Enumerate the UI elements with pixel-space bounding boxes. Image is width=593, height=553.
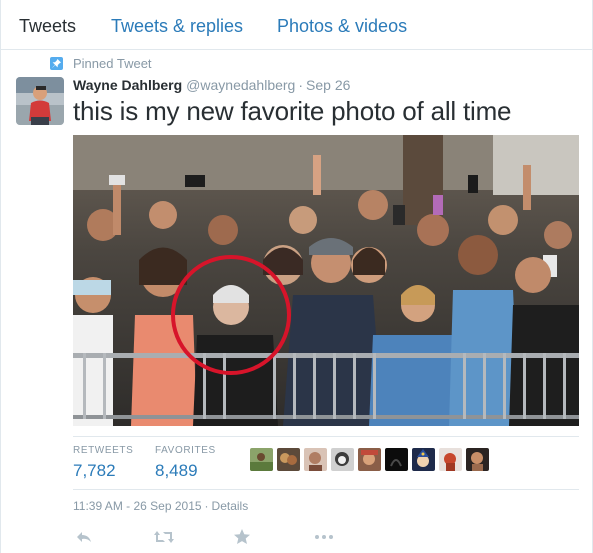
user-avatar-2[interactable] bbox=[277, 448, 300, 471]
pin-icon bbox=[50, 56, 63, 70]
user-avatar-3[interactable] bbox=[304, 448, 327, 471]
user-avatar-7[interactable] bbox=[412, 448, 435, 471]
user-screenname[interactable]: @waynedahlberg bbox=[186, 77, 295, 93]
reply-icon[interactable] bbox=[75, 528, 95, 548]
tab-tweets[interactable]: Tweets bbox=[19, 16, 76, 37]
favorite-icon[interactable] bbox=[233, 528, 253, 548]
user-fullname[interactable]: Wayne Dahlberg bbox=[73, 77, 182, 93]
user-avatar-4[interactable] bbox=[331, 448, 354, 471]
retweets-label: RETWEETS bbox=[73, 445, 134, 456]
favorites-label: FAVORITES bbox=[155, 445, 216, 456]
tweet-timestamp: 11:39 AM - 26 Sep 2015 · Details bbox=[73, 499, 248, 513]
favoriters-avatars bbox=[250, 448, 489, 471]
header-separator: · bbox=[298, 77, 304, 93]
tweet-photo[interactable] bbox=[73, 135, 579, 426]
tweet-text: this is my new favorite photo of all tim… bbox=[73, 96, 512, 126]
tab-photos-and-videos[interactable]: Photos & videos bbox=[277, 16, 407, 37]
user-avatar-8[interactable] bbox=[439, 448, 462, 471]
user-avatar-1[interactable] bbox=[250, 448, 273, 471]
more-icon[interactable] bbox=[314, 528, 334, 548]
tweet-date[interactable]: Sep 26 bbox=[306, 77, 350, 93]
tweet-time: 11:39 AM - 26 Sep 2015 bbox=[73, 499, 202, 513]
pinned-tweet-label: Pinned Tweet bbox=[73, 55, 152, 71]
user-avatar-9[interactable] bbox=[466, 448, 489, 471]
retweets-count[interactable]: 7,782 bbox=[73, 461, 133, 481]
user-avatar-6[interactable] bbox=[385, 448, 408, 471]
timestamp-separator: · bbox=[204, 499, 209, 513]
profile-tabs: Tweets Tweets & replies Photos & videos bbox=[1, 0, 593, 50]
pinned-indicator: Pinned Tweet bbox=[50, 55, 152, 71]
retweet-icon[interactable] bbox=[153, 528, 174, 548]
tweet-header: Wayne Dahlberg @waynedahlberg · Sep 26 bbox=[73, 77, 350, 93]
tweet-stats: RETWEETS 7,782 FAVORITES 8,489 bbox=[73, 436, 579, 490]
retweets-stat[interactable]: RETWEETS 7,782 bbox=[73, 445, 133, 481]
tab-tweets-and-replies[interactable]: Tweets & replies bbox=[111, 16, 243, 37]
favorites-count[interactable]: 8,489 bbox=[155, 461, 216, 481]
profile-timeline: Tweets Tweets & replies Photos & videos … bbox=[0, 0, 593, 553]
user-avatar-5[interactable] bbox=[358, 448, 381, 471]
details-link[interactable]: Details bbox=[212, 499, 249, 513]
favorites-stat[interactable]: FAVORITES 8,489 bbox=[155, 445, 216, 481]
avatar[interactable] bbox=[16, 77, 64, 125]
